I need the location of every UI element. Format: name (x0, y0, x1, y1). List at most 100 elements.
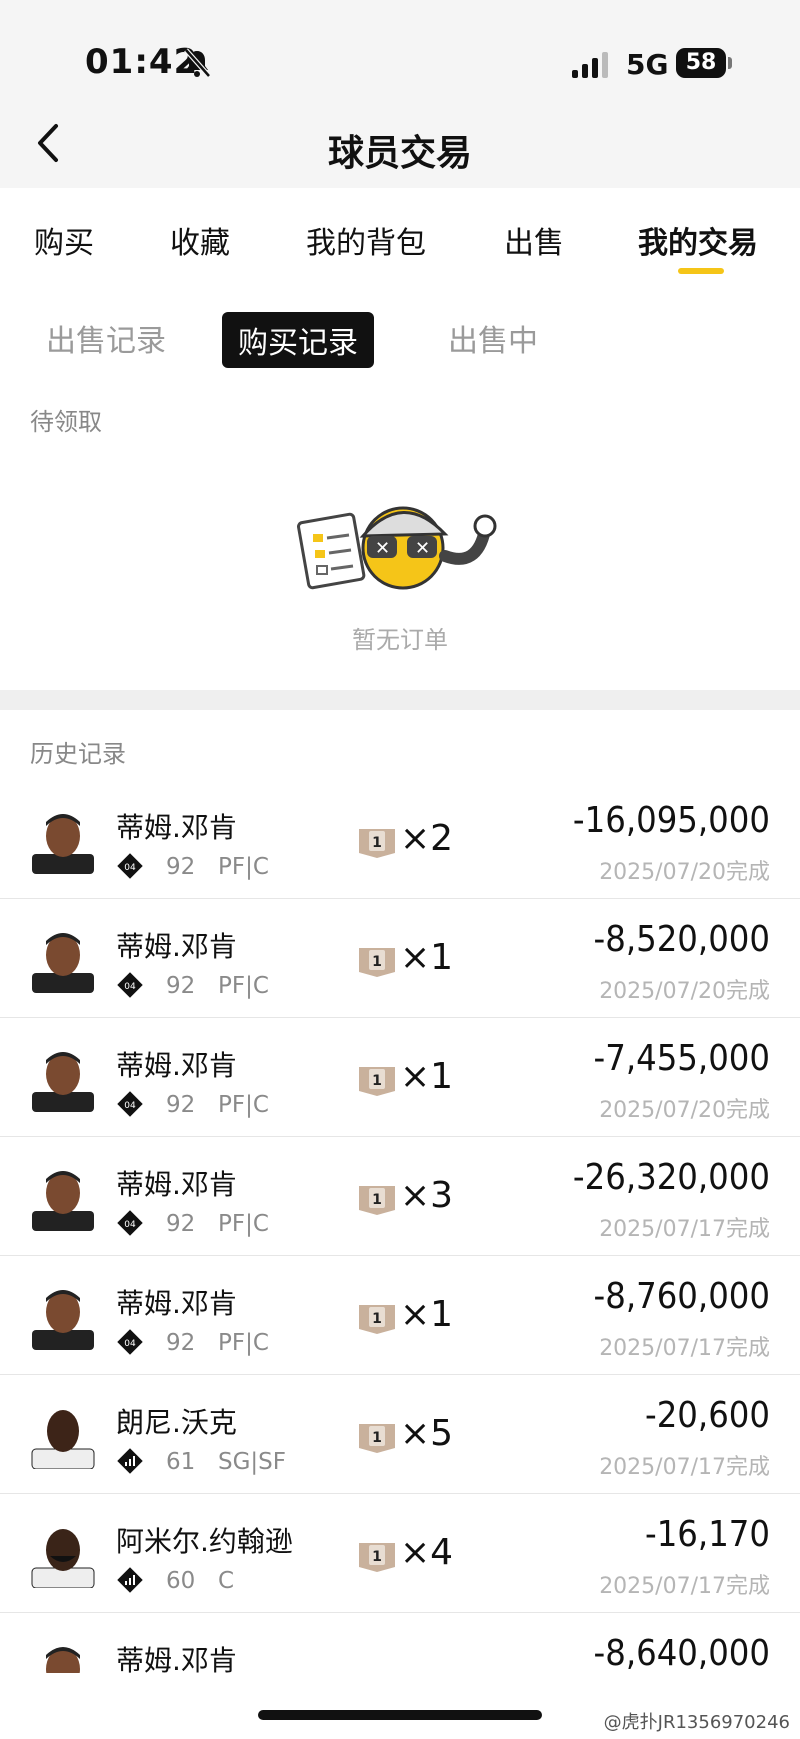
list-item[interactable]: 阿米尔.约翰逊 60 C 1 ×4 -16,170 2025/07/17完成 (0, 1494, 800, 1613)
svg-text:1: 1 (372, 1073, 382, 1089)
svg-text:1: 1 (372, 1192, 382, 1208)
card-tier-icon: 1 (359, 1067, 395, 1096)
subtab-pointer (292, 358, 310, 368)
history-label: 历史记录 (30, 740, 126, 768)
player-rating: 92 (166, 1330, 196, 1356)
season-badge-icon: 04 (117, 853, 143, 879)
completion-date: 2025/07/17完成 (599, 1574, 770, 1599)
amount: -8,640,000 (593, 1633, 770, 1673)
quantity: ×2 (400, 818, 454, 859)
player-position: SG|SF (218, 1449, 287, 1475)
player-avatar (32, 1052, 94, 1112)
list-item[interactable]: 蒂姆.邓肯 04 92 PF|C 1 ×1 -8,520,000 2025/07… (0, 899, 800, 1018)
completion-date: 2025/07/17完成 (599, 1455, 770, 1480)
svg-text:1: 1 (372, 1311, 382, 1327)
player-name: 蒂姆.邓肯 (116, 1049, 237, 1082)
empty-mascot-icon: ✕ ✕ (297, 506, 497, 590)
season-badge-icon: 04 (117, 1210, 143, 1236)
list-item[interactable]: 蒂姆.邓肯 04 92 PF|C 1 ×1 -8,760,000 2025/07… (0, 1256, 800, 1375)
svg-text:04: 04 (124, 863, 136, 873)
amount: -7,455,000 (593, 1038, 770, 1079)
card-tier-icon: 1 (359, 1424, 395, 1453)
page-title: 球员交易 (327, 133, 472, 174)
pending-label: 待领取 (30, 408, 102, 436)
svg-text:04: 04 (124, 1339, 136, 1349)
player-rating: 92 (166, 854, 196, 880)
signal-icon (572, 52, 608, 78)
svg-text:04: 04 (124, 1101, 136, 1111)
player-rating: 61 (166, 1449, 196, 1475)
quantity: ×1 (400, 1294, 454, 1335)
svg-text:1: 1 (372, 954, 382, 970)
player-rating: 92 (166, 973, 196, 999)
list-item[interactable]: 蒂姆.邓肯 04 92 PF|C 1 ×3 -26,320,000 2025/0… (0, 1137, 800, 1256)
status-bar: 01:42 5G 58 (0, 0, 800, 100)
player-name: 蒂姆.邓肯 (116, 930, 237, 963)
active-tab-indicator (678, 268, 724, 274)
player-avatar (32, 933, 94, 993)
player-avatar (46, 1647, 80, 1673)
player-rating: 92 (166, 1092, 196, 1118)
svg-text:1: 1 (372, 835, 382, 851)
svg-text:✕: ✕ (415, 538, 430, 559)
svg-text:1: 1 (372, 1430, 382, 1446)
list-item[interactable]: 蒂姆.邓肯 04 92 PF|C 1 ×1 -7,455,000 2025/07… (0, 1018, 800, 1137)
tab-my-trades[interactable]: 我的交易 (638, 218, 758, 262)
tab-backpack[interactable]: 我的背包 (306, 218, 426, 262)
player-name: 蒂姆.邓肯 (116, 1168, 237, 1201)
bell-muted-icon (184, 48, 211, 78)
player-avatar (31, 1529, 95, 1588)
player-position: PF|C (218, 1330, 269, 1356)
svg-text:04: 04 (124, 1220, 136, 1230)
player-rating: 92 (166, 1211, 196, 1237)
player-avatar (32, 1171, 94, 1231)
player-rating: 60 (166, 1568, 196, 1594)
svg-text:✕: ✕ (375, 538, 390, 559)
amount: -20,600 (645, 1395, 770, 1436)
card-tier-icon: 1 (359, 829, 395, 858)
player-avatar (32, 814, 94, 874)
list-item[interactable]: 朗尼.沃克 61 SG|SF 1 ×5 -20,600 2025/07/17完成 (0, 1375, 800, 1494)
home-indicator[interactable] (258, 1710, 542, 1720)
player-name: 朗尼.沃克 (116, 1406, 237, 1439)
player-name: 蒂姆.邓肯 (116, 1644, 237, 1673)
player-position: C (218, 1568, 235, 1594)
completion-date: 2025/07/20完成 (599, 979, 770, 1004)
card-tier-icon: 1 (359, 1543, 395, 1572)
player-name: 蒂姆.邓肯 (116, 1287, 237, 1320)
amount: -26,320,000 (572, 1157, 770, 1198)
completion-date: 2025/07/17完成 (599, 1336, 770, 1361)
tab-favorites[interactable]: 收藏 (170, 218, 230, 262)
history-list: 蒂姆.邓肯 04 92 PF|C 1 ×2 -16,095,000 2025/0… (0, 780, 800, 1673)
list-item[interactable]: 蒂姆.邓肯 -8,640,000 (0, 1613, 800, 1673)
quantity: ×1 (400, 937, 454, 978)
completion-date: 2025/07/20完成 (599, 1098, 770, 1123)
card-tier-icon: 1 (359, 1186, 395, 1215)
subtab-sell-records[interactable]: 出售记录 (46, 316, 166, 360)
watermark: @虎扑JR1356970246 (603, 1712, 790, 1733)
card-tier-icon: 1 (359, 1305, 395, 1334)
subtab-on-sale[interactable]: 出售中 (448, 316, 538, 360)
battery-cap (728, 57, 732, 69)
list-item[interactable]: 蒂姆.邓肯 04 92 PF|C 1 ×2 -16,095,000 2025/0… (0, 780, 800, 899)
amount: -16,170 (645, 1514, 770, 1555)
battery-icon: 58 (676, 48, 726, 78)
season-badge-icon: 04 (117, 1091, 143, 1117)
amount: -8,520,000 (593, 919, 770, 960)
tab-sell[interactable]: 出售 (504, 218, 564, 262)
svg-text:1: 1 (372, 1549, 382, 1565)
player-position: PF|C (218, 1092, 269, 1118)
network-type: 5G (626, 48, 669, 81)
amount: -16,095,000 (572, 800, 770, 841)
amount: -8,760,000 (593, 1276, 770, 1317)
quantity: ×3 (400, 1175, 454, 1216)
player-position: PF|C (218, 1211, 269, 1237)
season-badge-icon: 04 (117, 1329, 143, 1355)
quantity: ×4 (400, 1532, 454, 1573)
player-name: 阿米尔.约翰逊 (116, 1525, 293, 1558)
tab-buy[interactable]: 购买 (34, 218, 94, 262)
card-tier-icon: 1 (359, 948, 395, 977)
season-badge-icon: 04 (117, 972, 143, 998)
empty-state-text: 暂无订单 (352, 626, 448, 654)
nav-bar: 球员交易 (0, 100, 800, 188)
